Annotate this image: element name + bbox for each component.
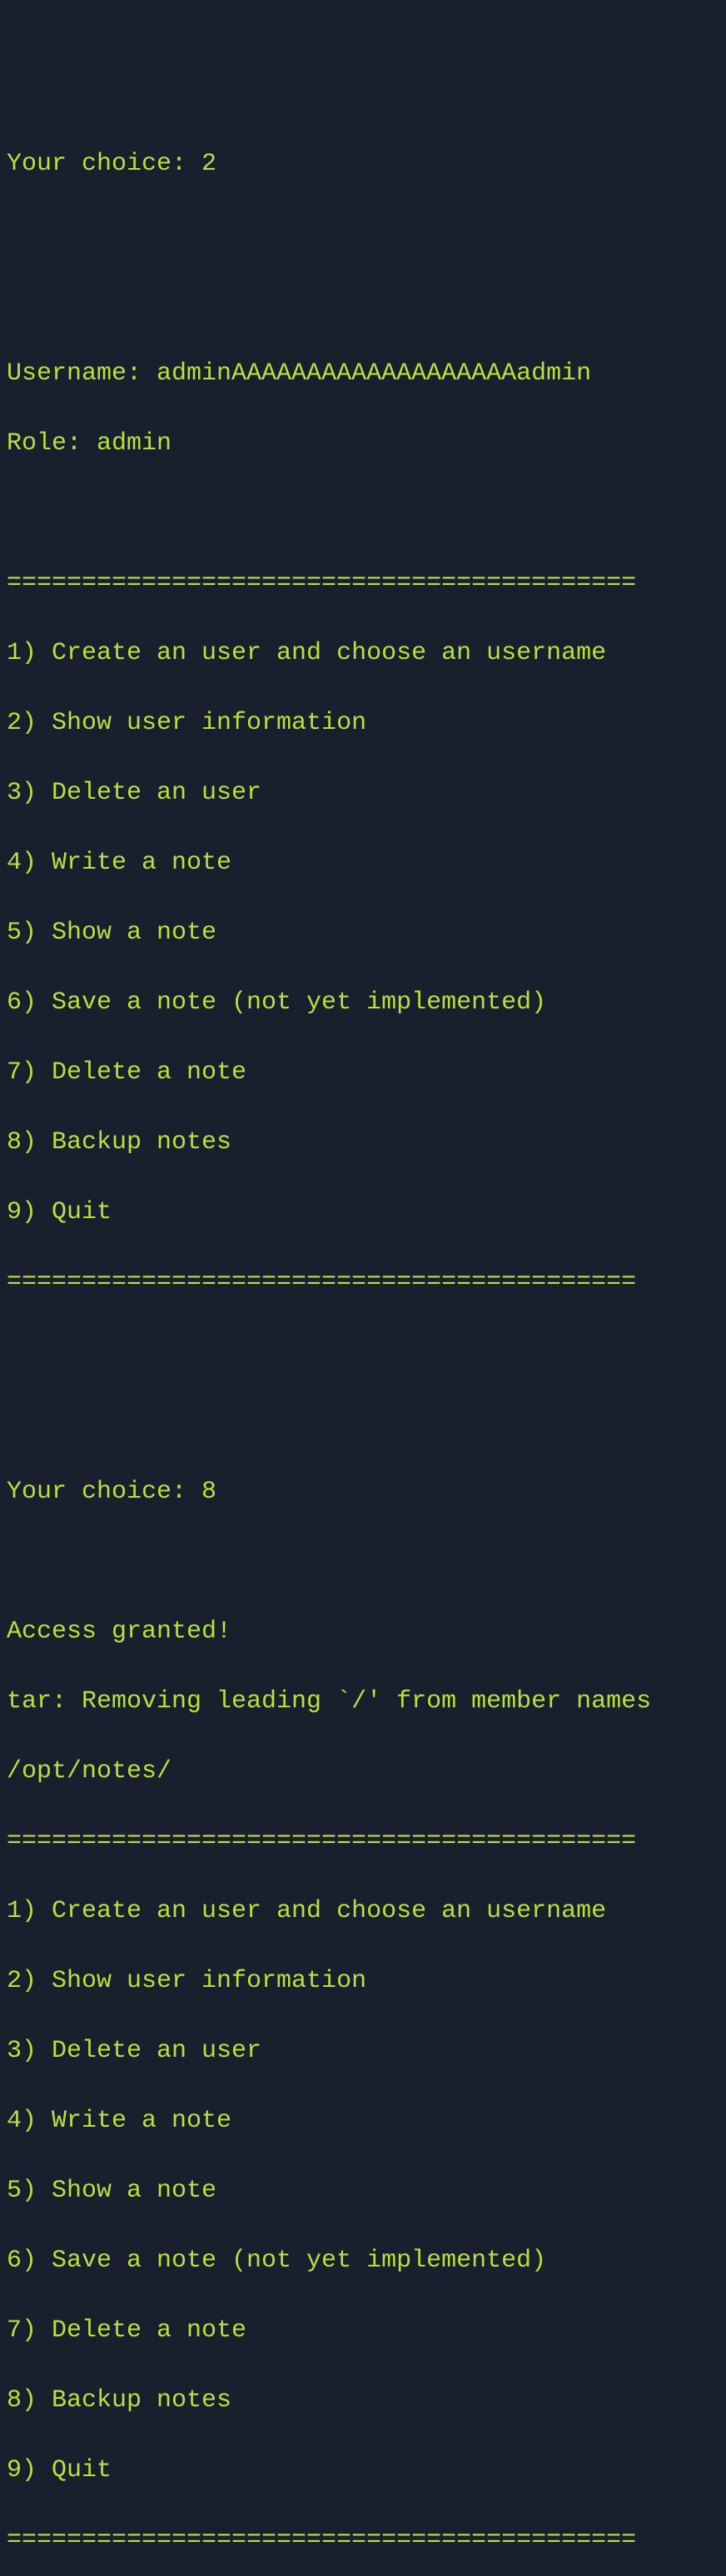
choice-prompt-2: Your choice: 8 — [7, 1474, 719, 1509]
username-label: Username: — [7, 359, 157, 388]
menu-item-4b: 4) Write a note — [7, 2103, 719, 2138]
divider-top-1: ========================================… — [7, 566, 719, 601]
blank-line — [7, 1404, 719, 1439]
menu-item-6b: 6) Save a note (not yet implemented) — [7, 2243, 719, 2278]
menu-item-1b: 1) Create an user and choose an username — [7, 1894, 719, 1929]
blank-line — [7, 1544, 719, 1579]
choice-label: Your choice: — [7, 150, 201, 178]
menu-item-3: 3) Delete an user — [7, 775, 719, 810]
menu-item-8: 8) Backup notes — [7, 1125, 719, 1160]
username-value: adminAAAAAAAAAAAAAAAAAAAadmin — [157, 359, 591, 388]
tar-output: tar: Removing leading `/' from member na… — [7, 1684, 719, 1719]
blank-line — [7, 1335, 719, 1370]
choice-value[interactable]: 2 — [201, 150, 216, 178]
menu-item-6: 6) Save a note (not yet implemented) — [7, 985, 719, 1020]
access-granted: Access granted! — [7, 1614, 719, 1649]
role-value: admin — [97, 429, 172, 458]
menu-item-5b: 5) Show a note — [7, 2173, 719, 2208]
menu-item-2b: 2) Show user information — [7, 1964, 719, 1999]
menu-item-5: 5) Show a note — [7, 915, 719, 950]
blank-line — [7, 216, 719, 251]
choice-value[interactable]: 8 — [201, 1478, 216, 1506]
blank-line — [7, 496, 719, 531]
menu-item-9: 9) Quit — [7, 1195, 719, 1230]
menu-item-1: 1) Create an user and choose an username — [7, 636, 719, 671]
menu-item-7: 7) Delete a note — [7, 1055, 719, 1090]
divider-bottom-1: ========================================… — [7, 1265, 719, 1300]
choice-prompt-1: Your choice: 2 — [7, 146, 719, 181]
role-line: Role: admin — [7, 426, 719, 461]
menu-item-3b: 3) Delete an user — [7, 2034, 719, 2068]
menu-item-4: 4) Write a note — [7, 845, 719, 880]
menu-item-7b: 7) Delete a note — [7, 2313, 719, 2348]
choice-label: Your choice: — [7, 1478, 201, 1506]
username-line: Username: adminAAAAAAAAAAAAAAAAAAAadmin — [7, 356, 719, 391]
divider-top-2: ========================================… — [7, 1824, 719, 1859]
divider-bottom-2: ========================================… — [7, 2523, 719, 2558]
role-label: Role: — [7, 429, 97, 458]
blank-line — [7, 286, 719, 321]
menu-item-2: 2) Show user information — [7, 706, 719, 741]
menu-item-8b: 8) Backup notes — [7, 2383, 719, 2418]
menu-item-9b: 9) Quit — [7, 2453, 719, 2488]
path-output: /opt/notes/ — [7, 1754, 719, 1789]
